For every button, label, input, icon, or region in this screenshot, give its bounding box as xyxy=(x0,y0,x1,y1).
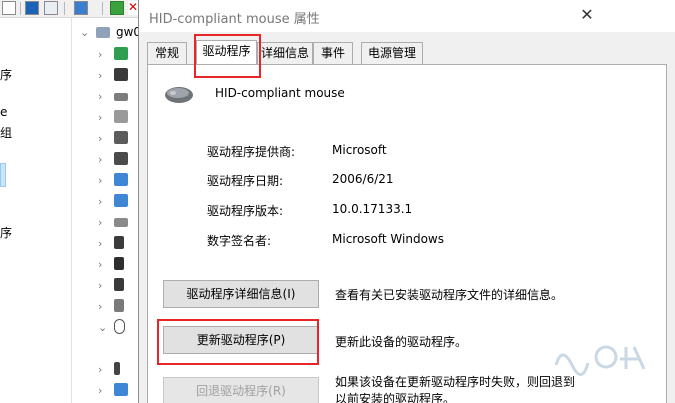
driver-date-label: 驱动程序日期: xyxy=(207,174,284,188)
device-icon xyxy=(114,257,124,270)
tree-row[interactable]: › xyxy=(72,86,138,106)
toolbar-separator xyxy=(20,2,21,15)
tree-row[interactable]: › xyxy=(72,233,138,253)
device-icon xyxy=(114,47,128,60)
device-icon xyxy=(114,173,128,186)
tab-general[interactable]: 常规 xyxy=(147,42,187,64)
device-icon xyxy=(114,383,128,396)
tree-root[interactable]: ⌄ gw0 xyxy=(72,22,138,42)
collapse-arrow-icon[interactable]: ⌄ xyxy=(80,26,89,39)
close-icon[interactable]: ✕ xyxy=(575,4,599,26)
left-pane-item[interactable]: 序 xyxy=(0,66,12,83)
device-icon xyxy=(114,218,128,227)
driver-version-value: 10.0.17133.1 xyxy=(332,202,413,216)
driver-provider-value: Microsoft xyxy=(332,143,387,157)
driver-details-description: 查看有关已安装驱动程序文件的详细信息。 xyxy=(335,288,564,302)
mouse-device-icon xyxy=(114,319,125,334)
driver-date-value: 2006/6/21 xyxy=(332,172,394,186)
toolbar-separator xyxy=(102,2,103,15)
expand-arrow-icon[interactable]: › xyxy=(98,111,102,124)
device-icon xyxy=(114,152,128,165)
collapse-arrow-icon[interactable]: ⌄ xyxy=(98,321,107,334)
driver-version-label: 驱动程序版本: xyxy=(207,204,284,218)
device-icon xyxy=(114,299,124,312)
update-driver-description: 更新此设备的驱动程序。 xyxy=(335,335,468,349)
tree-root-label: gw0 xyxy=(116,25,138,39)
driver-details-button[interactable]: 驱动程序详细信息(I) xyxy=(163,280,319,308)
rollback-driver-button[interactable]: 回退驱动程序(R) xyxy=(163,377,319,403)
digital-signer-label: 数字签名者: xyxy=(207,234,272,248)
left-pane-item[interactable]: 组 xyxy=(0,124,12,141)
expand-arrow-icon[interactable]: › xyxy=(98,279,102,292)
tree-row[interactable]: › xyxy=(72,65,138,85)
device-icon xyxy=(114,110,128,123)
tree-row[interactable]: › xyxy=(72,359,138,379)
device-icon xyxy=(114,93,128,101)
tab-power-management[interactable]: 电源管理 xyxy=(361,42,423,64)
tree-row[interactable]: › xyxy=(72,107,138,127)
toolbar-update-button[interactable] xyxy=(110,1,124,15)
toolbar-separator xyxy=(64,2,65,15)
device-icon xyxy=(114,362,120,375)
expand-arrow-icon[interactable]: › xyxy=(98,216,102,229)
tab-details[interactable]: 详细信息 xyxy=(257,42,313,64)
tree-row[interactable]: › xyxy=(72,296,138,316)
expand-arrow-icon[interactable]: › xyxy=(98,48,102,61)
tree-row[interactable]: › xyxy=(72,254,138,274)
toolbar-uninstall-button[interactable]: ✕ xyxy=(128,1,138,15)
driver-provider-label: 驱动程序提供商: xyxy=(207,145,296,159)
expand-arrow-icon[interactable]: › xyxy=(98,237,102,250)
tab-events[interactable]: 事件 xyxy=(313,42,353,64)
expand-arrow-icon[interactable]: › xyxy=(98,132,102,145)
toolbar-monitor-button[interactable] xyxy=(74,1,88,15)
tree-row[interactable]: ⌄ xyxy=(72,317,138,337)
left-pane-item[interactable]: e xyxy=(0,105,7,119)
toolbar-back-button[interactable] xyxy=(2,1,16,15)
tree-row[interactable]: › xyxy=(72,212,138,232)
watermark-logo xyxy=(554,345,646,376)
expand-arrow-icon[interactable]: › xyxy=(98,195,102,208)
device-icon xyxy=(114,236,124,249)
computer-icon xyxy=(96,27,110,38)
mouse-icon xyxy=(165,87,193,103)
device-icon xyxy=(114,131,128,144)
device-icon xyxy=(114,278,124,291)
device-tree: ⌄ gw0 › › › › › › › › › › › › › ⌄ › › xyxy=(72,18,138,403)
expand-arrow-icon[interactable]: › xyxy=(98,90,102,103)
expand-arrow-icon[interactable]: › xyxy=(98,69,102,82)
toolbar-help-button[interactable] xyxy=(25,1,39,15)
expand-arrow-icon[interactable]: › xyxy=(98,384,102,397)
left-pane-selection xyxy=(0,163,6,187)
device-icon xyxy=(114,194,128,207)
tree-row[interactable]: › xyxy=(72,275,138,295)
tree-row[interactable]: › xyxy=(72,170,138,190)
expand-arrow-icon[interactable]: › xyxy=(98,363,102,376)
tree-row[interactable]: › xyxy=(72,128,138,148)
device-name: HID-compliant mouse xyxy=(215,86,345,100)
expand-arrow-icon[interactable]: › xyxy=(98,258,102,271)
tree-row[interactable]: › xyxy=(72,149,138,169)
tree-row[interactable]: › xyxy=(72,44,138,64)
left-pane: 序 序 e 组 序 xyxy=(0,18,72,403)
left-pane-item[interactable]: 序 xyxy=(0,224,12,241)
toolbar-properties-button[interactable] xyxy=(44,1,58,15)
dialog-titlebar[interactable]: HID-compliant mouse 属性 ✕ xyxy=(139,0,675,32)
update-driver-button[interactable]: 更新驱动程序(P) xyxy=(163,326,319,354)
digital-signer-value: Microsoft Windows xyxy=(332,232,444,246)
tree-row[interactable]: › xyxy=(72,380,138,400)
device-icon xyxy=(114,68,128,81)
tree-row[interactable]: › xyxy=(72,191,138,211)
expand-arrow-icon[interactable]: › xyxy=(98,174,102,187)
expand-arrow-icon[interactable]: › xyxy=(98,153,102,166)
expand-arrow-icon[interactable]: › xyxy=(98,300,102,313)
dialog-title: HID-compliant mouse 属性 xyxy=(149,12,320,27)
tab-driver[interactable]: 驱动程序 xyxy=(196,40,257,65)
